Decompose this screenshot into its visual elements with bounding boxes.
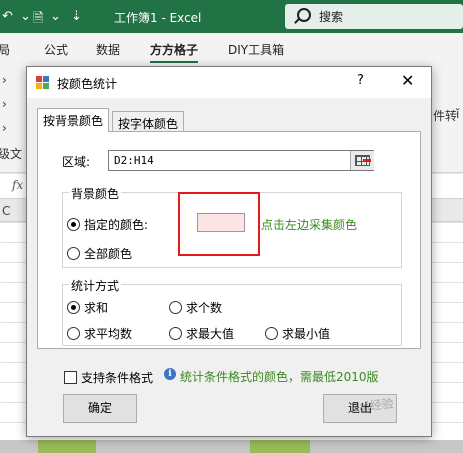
checkbox-box[interactable] [64, 371, 77, 384]
radio-dot[interactable] [67, 247, 80, 260]
radio-count[interactable]: 求个数 [169, 299, 222, 316]
radio-label: 指定的颜色: [84, 218, 149, 232]
close-icon[interactable]: ✕ [401, 71, 414, 90]
customize-icon[interactable]: ⇣ [71, 9, 82, 24]
undo-icon[interactable]: ↶ [2, 9, 13, 24]
radio-dot[interactable] [265, 327, 278, 340]
radio-label: 全部颜色 [84, 247, 133, 261]
radio-dot[interactable] [67, 218, 80, 231]
redo-dropdown-icon[interactable]: ⌄ [20, 9, 31, 24]
ribbon-chevron-icon[interactable]: › [2, 97, 7, 111]
radio-min[interactable]: 求最小值 [265, 325, 330, 342]
ribbon-tab-fangfang[interactable]: 方方格子 [150, 41, 199, 64]
radio-label: 求最大值 [186, 327, 235, 341]
radio-label: 求和 [84, 301, 109, 315]
ribbon-right-fragment: ĭ [456, 107, 460, 121]
ribbon-tab-data[interactable]: 数据 [96, 41, 120, 58]
insert-function-icon[interactable]: fx [12, 178, 23, 192]
select-range-button[interactable] [350, 151, 374, 170]
excel-title-bar: ↶ ⌄ 🗎 ⌄ ⇣ 工作簿1 - Excel 搜索 [0, 0, 463, 33]
tab-font-color[interactable]: 按字体颜色 [112, 111, 185, 132]
search-box[interactable]: 搜索 [285, 4, 463, 29]
colored-cell[interactable] [38, 440, 96, 453]
colored-cell[interactable] [250, 440, 310, 453]
statistic-method-group-title: 统计方式 [69, 277, 122, 294]
radio-label: 求个数 [186, 301, 223, 315]
file-icon[interactable]: 🗎 [33, 9, 43, 31]
conditional-format-checkbox[interactable]: 支持条件格式 [64, 369, 153, 386]
radio-label: 求平均数 [84, 327, 133, 341]
radio-max[interactable]: 求最大值 [169, 325, 234, 342]
ribbon-tab-diy-toolbox[interactable]: DIY工具箱 [228, 41, 284, 58]
column-header[interactable]: C [2, 204, 10, 218]
document-title: 工作簿1 - Excel [114, 11, 202, 25]
highlight-frame [178, 192, 260, 256]
radio-average[interactable]: 求平均数 [67, 325, 132, 342]
ribbon-tab-layout[interactable]: 局 [0, 41, 10, 58]
search-icon [297, 8, 311, 22]
pick-color-hint: 点击左边采集颜色 [261, 218, 358, 232]
worksheet-bottom-row [0, 440, 463, 453]
dialog-tab-strip: 按背景颜色 按字体颜色 [37, 108, 417, 132]
background-color-group-title: 背景颜色 [69, 185, 122, 202]
radio-all-colors[interactable]: 全部颜色 [67, 245, 132, 262]
ribbon-chevron-icon[interactable]: › [2, 73, 7, 87]
dialog-title: 按颜色统计 [57, 77, 118, 91]
conditional-format-note: 统计条件格式的颜色，需最低2010版 [180, 370, 379, 384]
radio-dot[interactable] [67, 327, 80, 340]
ribbon-tab-formulas[interactable]: 公式 [44, 41, 68, 58]
help-icon[interactable]: ? [357, 73, 364, 88]
ribbon-tab-bar: 局 公式 数据 方方格子 DIY工具箱 [0, 33, 463, 64]
app-logo-icon [36, 76, 50, 90]
ribbon-right-fragment: 件转 [433, 109, 458, 123]
ribbon-left-fragment: 级文 [0, 147, 23, 161]
radio-dot[interactable] [169, 301, 182, 314]
statistic-method-group: 统计方式 求和 求个数 求平均数 求最大值 求最小值 [62, 277, 402, 346]
search-placeholder: 搜索 [319, 10, 344, 24]
checkbox-label: 支持条件格式 [81, 371, 154, 385]
tab-background-color[interactable]: 按背景颜色 [37, 108, 110, 132]
more-dropdown-icon[interactable]: ⌄ [50, 9, 61, 24]
range-input[interactable] [109, 151, 373, 170]
range-field[interactable] [108, 150, 374, 171]
radio-specified-color[interactable]: 指定的颜色: [67, 216, 148, 233]
radio-label: 求最小值 [282, 327, 331, 341]
range-picker-marker [363, 159, 371, 162]
radio-dot[interactable] [67, 301, 80, 314]
radio-sum[interactable]: 求和 [67, 299, 108, 316]
ribbon-chevron-icon[interactable]: › [2, 121, 7, 135]
dialog-title-bar[interactable]: 按颜色统计 ? ✕ [27, 67, 431, 98]
radio-dot[interactable] [169, 327, 182, 340]
ok-button[interactable]: 确定 [63, 394, 137, 423]
range-label: 区域: [62, 155, 91, 169]
info-icon: i [164, 368, 176, 380]
